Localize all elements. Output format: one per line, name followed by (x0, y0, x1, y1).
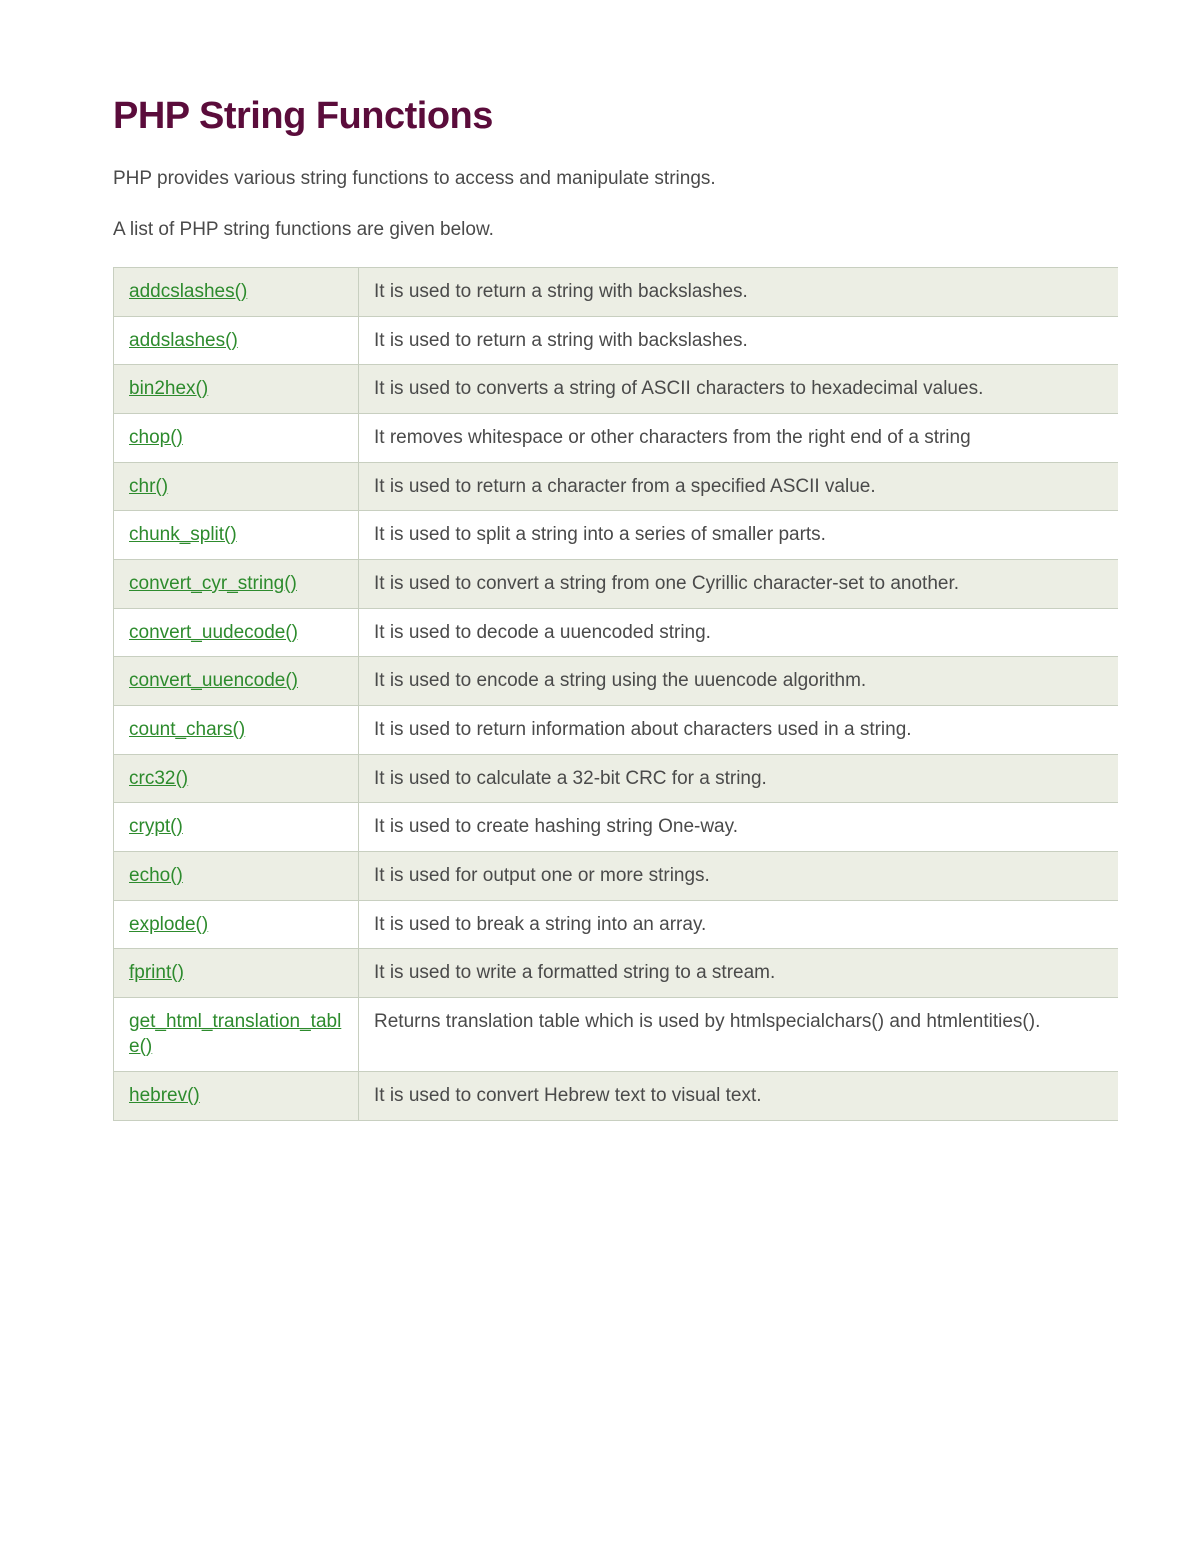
table-row: convert_cyr_string() It is used to conve… (114, 560, 1119, 609)
function-link[interactable]: convert_cyr_string() (129, 573, 297, 594)
function-link[interactable]: hebrev() (129, 1085, 200, 1106)
function-link[interactable]: crc32() (129, 768, 188, 789)
table-row: explode() It is used to break a string i… (114, 900, 1119, 949)
function-link[interactable]: explode() (129, 914, 208, 935)
table-row: addslashes() It is used to return a stri… (114, 316, 1119, 365)
function-description: Returns translation table which is used … (359, 997, 1119, 1071)
page-title: PHP String Functions (113, 95, 1200, 138)
function-description: It is used to encode a string using the … (359, 657, 1119, 706)
function-link[interactable]: chunk_split() (129, 524, 237, 545)
function-description: It is used to return a string with backs… (359, 268, 1119, 317)
table-row: fprint() It is used to write a formatted… (114, 949, 1119, 998)
table-row: chunk_split() It is used to split a stri… (114, 511, 1119, 560)
table-row: crypt() It is used to create hashing str… (114, 803, 1119, 852)
function-link[interactable]: addcslashes() (129, 281, 247, 302)
table-row: count_chars() It is used to return infor… (114, 705, 1119, 754)
function-link[interactable]: get_html_translation_table() (129, 1011, 341, 1058)
function-link[interactable]: addslashes() (129, 330, 238, 351)
function-link[interactable]: convert_uuencode() (129, 670, 298, 691)
function-description: It is used to convert a string from one … (359, 560, 1119, 609)
table-row: echo() It is used for output one or more… (114, 851, 1119, 900)
table-row: chr() It is used to return a character f… (114, 462, 1119, 511)
function-description: It is used to calculate a 32-bit CRC for… (359, 754, 1119, 803)
function-link[interactable]: echo() (129, 865, 183, 886)
function-description: It is used to converts a string of ASCII… (359, 365, 1119, 414)
table-row: convert_uudecode() It is used to decode … (114, 608, 1119, 657)
function-description: It is used to return information about c… (359, 705, 1119, 754)
functions-table-wrapper: addcslashes() It is used to return a str… (113, 267, 1118, 1121)
table-row: get_html_translation_table() Returns tra… (114, 997, 1119, 1071)
table-row: hebrev() It is used to convert Hebrew te… (114, 1072, 1119, 1121)
table-row: crc32() It is used to calculate a 32-bit… (114, 754, 1119, 803)
table-row: bin2hex() It is used to converts a strin… (114, 365, 1119, 414)
function-link[interactable]: bin2hex() (129, 378, 208, 399)
function-link[interactable]: chr() (129, 476, 168, 497)
intro-paragraph-1: PHP provides various string functions to… (113, 166, 1200, 193)
function-description: It is used to write a formatted string t… (359, 949, 1119, 998)
function-link[interactable]: crypt() (129, 816, 183, 837)
function-description: It is used to convert Hebrew text to vis… (359, 1072, 1119, 1121)
function-link[interactable]: convert_uudecode() (129, 622, 298, 643)
function-link[interactable]: count_chars() (129, 719, 245, 740)
function-link[interactable]: fprint() (129, 962, 184, 983)
table-row: addcslashes() It is used to return a str… (114, 268, 1119, 317)
function-description: It is used to split a string into a seri… (359, 511, 1119, 560)
function-link[interactable]: chop() (129, 427, 183, 448)
intro-paragraph-2: A list of PHP string functions are given… (113, 217, 1200, 244)
function-description: It is used to break a string into an arr… (359, 900, 1119, 949)
function-description: It is used for output one or more string… (359, 851, 1119, 900)
function-description: It is used to decode a uuencoded string. (359, 608, 1119, 657)
function-description: It is used to create hashing string One-… (359, 803, 1119, 852)
functions-table: addcslashes() It is used to return a str… (113, 267, 1118, 1121)
table-row: chop() It removes whitespace or other ch… (114, 414, 1119, 463)
function-description: It is used to return a character from a … (359, 462, 1119, 511)
function-description: It removes whitespace or other character… (359, 414, 1119, 463)
function-description: It is used to return a string with backs… (359, 316, 1119, 365)
table-row: convert_uuencode() It is used to encode … (114, 657, 1119, 706)
